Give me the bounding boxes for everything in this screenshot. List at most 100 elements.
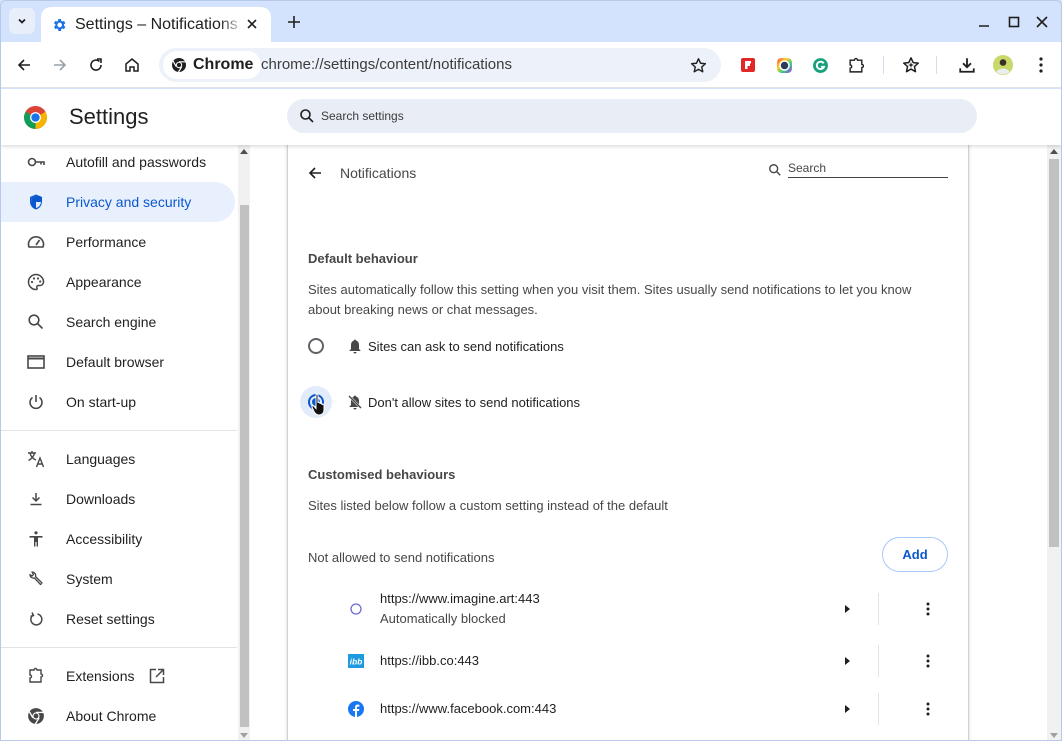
search-icon: [769, 163, 781, 176]
tab-settings-notifications[interactable]: Settings – Notifications: [41, 7, 271, 42]
avatar-icon: [993, 55, 1013, 75]
more-actions-button[interactable]: [918, 599, 938, 619]
site-url: https://www.imagine.art:443: [380, 591, 540, 606]
ibb-favicon: ibb: [348, 653, 364, 669]
extensions-menu-button[interactable]: [844, 53, 868, 77]
more-actions-button[interactable]: [918, 699, 938, 719]
address-bar[interactable]: Chrome chrome://settings/content/notific…: [159, 48, 721, 82]
site-row[interactable]: https://www.imagine.art:443 Automaticall…: [340, 585, 950, 633]
extension-camera[interactable]: [772, 53, 796, 77]
star-outline-icon: [690, 57, 706, 73]
tab-close-button[interactable]: [243, 15, 261, 33]
forward-button[interactable]: [48, 53, 72, 77]
home-button[interactable]: [120, 53, 144, 77]
tab-strip: Settings – Notifications: [1, 1, 1061, 42]
sidebar-scrollbar-thumb[interactable]: [240, 205, 249, 727]
notifications-card: Notifications Default behaviour Sites au…: [287, 145, 969, 740]
sidebar-item-label: Downloads: [66, 491, 136, 507]
sidebar-item-label: Reset settings: [66, 611, 155, 627]
site-url: https://ibb.co:443: [380, 653, 480, 668]
close-window-button[interactable]: [1031, 11, 1053, 33]
tab-search-button[interactable]: [9, 8, 35, 34]
key-icon: [25, 151, 47, 173]
scroll-down-arrow[interactable]: [240, 733, 248, 738]
maximize-button[interactable]: [1003, 11, 1025, 33]
add-site-button[interactable]: Add: [882, 537, 948, 572]
extension-flipboard[interactable]: [736, 53, 760, 77]
puzzle-icon: [25, 665, 47, 687]
reading-list-button[interactable]: [899, 53, 923, 77]
sidebar-item-label: System: [66, 571, 113, 587]
new-tab-button[interactable]: [283, 11, 305, 33]
row-divider: [878, 693, 879, 725]
sidebar-item-label: About Chrome: [66, 708, 157, 724]
shield-icon: [25, 191, 47, 213]
sidebar-item-about-chrome[interactable]: About Chrome: [1, 696, 235, 736]
sidebar-item-on-startup[interactable]: On start-up: [1, 382, 235, 422]
notifications-search-input[interactable]: [788, 161, 948, 178]
radio-option-ask[interactable]: Sites can ask to send notifications: [308, 337, 564, 355]
more-actions-button[interactable]: [918, 651, 938, 671]
url-text[interactable]: chrome://settings/content/notifications: [261, 56, 512, 73]
expand-arrow-icon[interactable]: [840, 702, 854, 716]
sidebar-item-system[interactable]: System: [1, 559, 235, 599]
imagine-art-favicon: [348, 601, 364, 617]
tab-title: Settings – Notifications: [75, 15, 238, 33]
chrome-menu-button[interactable]: [1029, 53, 1053, 77]
sidebar-item-extensions[interactable]: Extensions: [1, 656, 235, 696]
sidebar-item-label: On start-up: [66, 394, 137, 410]
site-row[interactable]: https://www.facebook.com:443: [340, 685, 950, 733]
sidebar-item-reset[interactable]: Reset settings: [1, 599, 235, 639]
sidebar-item-search-engine[interactable]: Search engine: [1, 302, 235, 342]
toolbar-separator: [936, 56, 937, 74]
notifications-search[interactable]: [768, 161, 948, 178]
more-vertical-icon: [1039, 57, 1043, 73]
site-row[interactable]: ibb https://ibb.co:443: [340, 637, 950, 685]
profile-avatar[interactable]: [991, 53, 1015, 77]
search-icon: [300, 109, 314, 123]
sidebar-item-label: Performance: [66, 234, 147, 250]
grammarly-icon: [812, 57, 828, 73]
palette-icon: [25, 271, 47, 293]
scroll-up-arrow[interactable]: [1050, 149, 1058, 154]
settings-search-box[interactable]: [287, 99, 977, 133]
sidebar-item-downloads[interactable]: Downloads: [1, 479, 235, 519]
radio-button-ask[interactable]: [308, 338, 324, 354]
site-info-chip[interactable]: Chrome: [163, 51, 262, 79]
settings-search-input[interactable]: [321, 109, 921, 123]
site-url: https://www.facebook.com:443: [380, 701, 557, 716]
radio-option-block[interactable]: Don't allow sites to send notifications: [300, 386, 580, 418]
minimize-button[interactable]: [973, 11, 995, 33]
sidebar-item-performance[interactable]: Performance: [1, 222, 235, 262]
download-icon: [25, 488, 47, 510]
sidebar-item-privacy[interactable]: Privacy and security: [1, 182, 235, 222]
sidebar-item-label: Search engine: [66, 314, 157, 330]
plus-icon: [288, 16, 300, 28]
sidebar-divider: [1, 647, 237, 648]
back-button[interactable]: [12, 53, 36, 77]
sidebar-divider: [1, 430, 237, 431]
more-vertical-icon: [926, 702, 930, 716]
scroll-down-arrow[interactable]: [1050, 733, 1058, 738]
extension-grammarly[interactable]: [808, 53, 832, 77]
downloads-button[interactable]: [955, 53, 979, 77]
open-in-new-icon: [148, 667, 166, 685]
accessibility-icon: [25, 528, 47, 550]
sidebar-item-appearance[interactable]: Appearance: [1, 262, 235, 302]
main-scrollbar[interactable]: [1047, 145, 1061, 740]
expand-arrow-icon[interactable]: [840, 602, 854, 616]
default-behaviour-heading: Default behaviour: [308, 251, 418, 266]
bookmark-star-button[interactable]: [687, 54, 709, 76]
scroll-up-arrow[interactable]: [240, 149, 248, 154]
sidebar-scrollbar[interactable]: [238, 145, 250, 740]
sidebar-item-languages[interactable]: Languages: [1, 439, 235, 479]
more-vertical-icon: [926, 602, 930, 616]
reload-icon: [90, 58, 102, 71]
main-scrollbar-thumb[interactable]: [1049, 159, 1059, 547]
sidebar-item-accessibility[interactable]: Accessibility: [1, 519, 235, 559]
sidebar-item-default-browser[interactable]: Default browser: [1, 342, 235, 382]
reload-button[interactable]: [84, 53, 108, 77]
sidebar-item-autofill[interactable]: Autofill and passwords: [1, 145, 235, 182]
back-button[interactable]: [304, 162, 326, 184]
expand-arrow-icon[interactable]: [840, 654, 854, 668]
